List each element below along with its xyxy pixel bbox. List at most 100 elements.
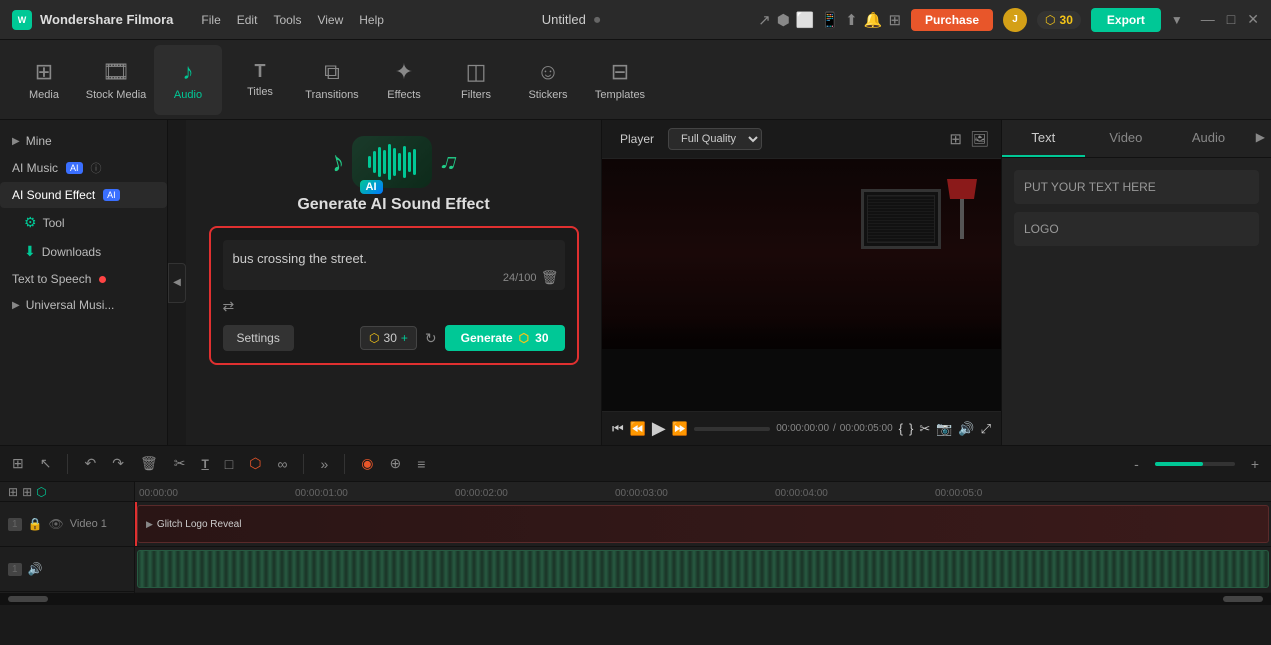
right-panel-arrow[interactable]: ▶: [1250, 120, 1271, 157]
tab-player[interactable]: Player: [614, 128, 660, 150]
shuffle-icon[interactable]: ⇄: [223, 298, 235, 315]
coins-value: 30: [1060, 13, 1073, 27]
maximize-button[interactable]: □: [1227, 11, 1235, 28]
sidebar-item-ai-sound-effect[interactable]: AI Sound Effect AI: [0, 182, 167, 208]
text-block-logo[interactable]: LOGO: [1014, 212, 1259, 246]
sidebar-item-text-to-speech[interactable]: Text to Speech: [0, 266, 167, 292]
tl-color-button[interactable]: ⬡: [245, 453, 265, 474]
grid-icon: ⊞: [888, 11, 901, 29]
ai-music-info-icon[interactable]: ⓘ: [91, 160, 102, 176]
tl-track-move-icon[interactable]: ⊞: [22, 485, 32, 499]
video-clip-label: Glitch Logo Reveal: [157, 519, 242, 530]
export-button[interactable]: Export: [1091, 8, 1161, 32]
sidebar-item-mine[interactable]: ▶ Mine: [0, 128, 167, 154]
image-view-icon[interactable]: 🖼: [970, 130, 989, 148]
progress-bar[interactable]: [694, 427, 770, 431]
close-button[interactable]: ✕: [1247, 11, 1259, 28]
grid-view-icon[interactable]: ⊞: [949, 130, 962, 148]
tl-zoom-out-button[interactable]: -: [1130, 454, 1143, 474]
mark-out-button[interactable]: }: [909, 421, 913, 436]
tab-audio[interactable]: Audio: [1167, 120, 1250, 157]
track-label-video1: 1 🔒 👁 Video 1: [0, 502, 134, 547]
step-back-button[interactable]: ⏪: [630, 421, 646, 437]
menu-help[interactable]: Help: [359, 13, 384, 27]
tab-text[interactable]: Text: [1002, 120, 1085, 157]
current-time: 00:00:00:00: [776, 423, 829, 434]
waveform-box: AI: [352, 136, 432, 188]
scrollbar-thumb-right[interactable]: [1223, 596, 1263, 602]
delete-icon[interactable]: 🗑: [541, 269, 559, 286]
time-mark-2: 00:00:02:00: [455, 488, 508, 499]
toolbar-item-effects[interactable]: ✦ Effects: [370, 45, 438, 115]
fullscreen-button[interactable]: ⤢: [981, 421, 991, 437]
wave-bar-3: [378, 147, 381, 177]
sidebar-item-tool[interactable]: ⚙ Tool: [0, 208, 167, 237]
mark-in-button[interactable]: {: [899, 421, 903, 436]
video-clip[interactable]: ▶ Glitch Logo Reveal There is no replace…: [137, 505, 1269, 543]
audio-clip[interactable]: [137, 550, 1269, 588]
monitor-icon: ⬜: [796, 11, 815, 29]
quality-select[interactable]: Full Quality: [668, 128, 762, 150]
tl-select-icon[interactable]: ↖: [36, 453, 56, 474]
tl-text-button[interactable]: T: [197, 455, 212, 473]
clip-button[interactable]: ✂: [919, 421, 930, 437]
settings-button[interactable]: Settings: [223, 325, 294, 351]
purchase-button[interactable]: Purchase: [911, 9, 993, 31]
generate-button[interactable]: Generate ⬡ 30: [445, 325, 565, 351]
tl-zoom-slider[interactable]: [1155, 462, 1235, 466]
timeline-scrollbar[interactable]: [0, 593, 1271, 605]
tl-snap-icon[interactable]: ⬡: [36, 485, 46, 499]
tl-link-button[interactable]: ∞: [274, 454, 292, 474]
tl-more-button[interactable]: »: [316, 454, 332, 474]
toolbar-item-transitions[interactable]: ⧉ Transitions: [298, 45, 366, 115]
tl-undo-button[interactable]: ↶: [80, 453, 100, 474]
scrollbar-thumb[interactable]: [8, 596, 48, 602]
tl-settings-button[interactable]: ≡: [413, 454, 429, 474]
sidebar-collapse-button[interactable]: ◀: [168, 263, 186, 303]
text-input-area[interactable]: bus crossing the street. 24/100 🗑: [223, 240, 565, 290]
track-label-audio1: 1 🔊: [0, 547, 134, 592]
seek-start-button[interactable]: ⏮: [612, 421, 624, 437]
toolbar-item-stickers[interactable]: ☺ Stickers: [514, 45, 582, 115]
menu-view[interactable]: View: [317, 13, 343, 27]
track-lock-icon[interactable]: 🔒: [28, 517, 43, 531]
toolbar-item-titles[interactable]: T Titles: [226, 45, 294, 115]
tl-record-button[interactable]: ◉: [357, 453, 377, 474]
time-mark-0: 00:00:00: [139, 488, 178, 499]
export-dropdown-icon[interactable]: ▼: [1171, 13, 1183, 27]
toolbar-item-stock-media[interactable]: 🎞 Stock Media: [82, 45, 150, 115]
sidebar-item-downloads[interactable]: ⬇ Downloads: [0, 237, 167, 266]
wave-bar-1: [368, 156, 371, 168]
toolbar-item-filters[interactable]: ◫ Filters: [442, 45, 510, 115]
toolbar-item-audio[interactable]: ♪ Audio: [154, 45, 222, 115]
tl-add-track-icon[interactable]: ⊞: [8, 485, 18, 499]
refresh-icon[interactable]: ↻: [425, 330, 437, 347]
menu-tools[interactable]: Tools: [273, 13, 301, 27]
tab-video[interactable]: Video: [1085, 120, 1168, 157]
right-tabs: Text Video Audio ▶: [1002, 120, 1271, 158]
tl-crop-button[interactable]: □: [221, 454, 237, 474]
tl-cut-button[interactable]: ✂: [170, 453, 190, 474]
snapshot-button[interactable]: 📷: [936, 421, 952, 437]
sidebar-item-ai-music[interactable]: AI Music AI ⓘ: [0, 154, 167, 182]
toolbar-item-media[interactable]: ⊞ Media: [10, 45, 78, 115]
minimize-button[interactable]: —: [1201, 11, 1215, 28]
menu-edit[interactable]: Edit: [237, 13, 258, 27]
lamp-base: [960, 199, 964, 239]
generate-box: bus crossing the street. 24/100 🗑 ⇄ Sett…: [209, 226, 579, 365]
menu-file[interactable]: File: [201, 13, 220, 27]
track-audio-icon[interactable]: 🔊: [28, 562, 43, 576]
text-input-content[interactable]: bus crossing the street.: [233, 250, 555, 268]
step-forward-button[interactable]: ⏩: [672, 421, 688, 437]
tl-grid-icon[interactable]: ⊞: [8, 453, 28, 474]
tl-delete-button[interactable]: 🗑: [136, 453, 162, 474]
text-block-main[interactable]: PUT YOUR TEXT HERE: [1014, 170, 1259, 204]
sidebar-item-universal-music[interactable]: ▶ Universal Musi...: [0, 292, 167, 318]
track-eye-icon[interactable]: 👁: [49, 517, 64, 531]
volume-button[interactable]: 🔊: [958, 421, 974, 437]
tl-redo-button[interactable]: ↷: [108, 453, 128, 474]
toolbar-item-templates[interactable]: ⊟ Templates: [586, 45, 654, 115]
tl-split-audio-button[interactable]: ⊕: [386, 453, 406, 474]
play-button[interactable]: ▶: [652, 418, 666, 439]
tl-zoom-in-button[interactable]: +: [1247, 454, 1263, 474]
